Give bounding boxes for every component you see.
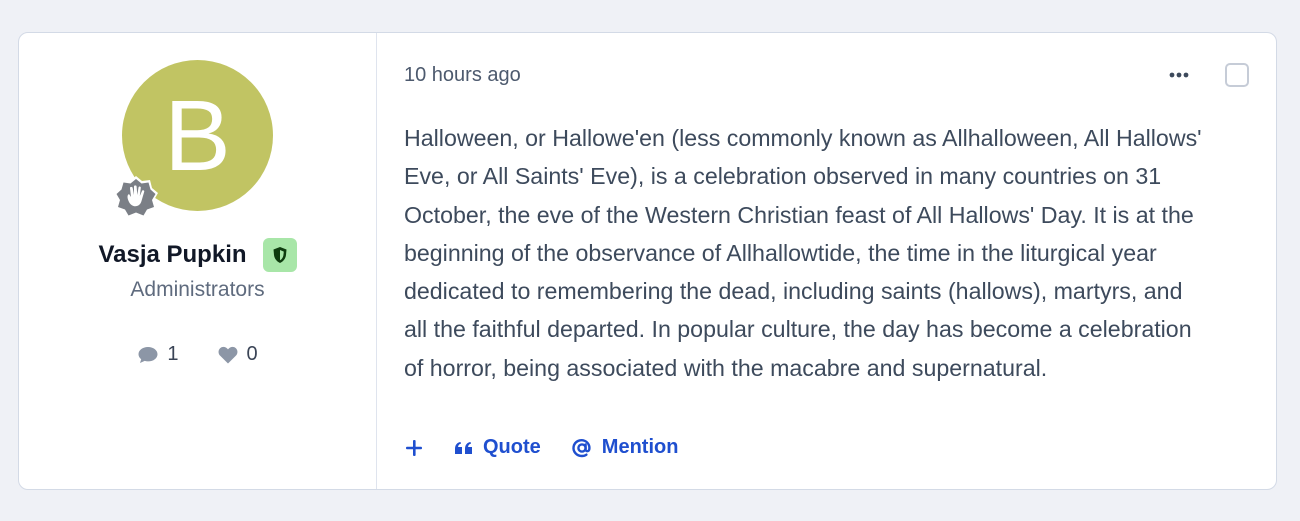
like-count: 0 bbox=[246, 343, 258, 365]
comment-icon bbox=[138, 346, 158, 363]
author-name[interactable]: Vasja Pupkin bbox=[98, 241, 246, 269]
avatar-letter: B bbox=[164, 79, 231, 192]
post-line: dedicated to remembering the dead, inclu… bbox=[404, 278, 1183, 305]
more-options-icon[interactable] bbox=[1167, 63, 1191, 87]
post-line: beginning of the observance of Allhallow… bbox=[404, 239, 1157, 266]
plus-icon bbox=[406, 439, 422, 456]
group-badge bbox=[262, 238, 297, 272]
mention-label: Mention bbox=[601, 436, 679, 458]
post-line: October, the eve of the Western Christia… bbox=[404, 201, 1194, 228]
add-reaction-button[interactable] bbox=[404, 438, 424, 458]
quote-button[interactable]: Quote bbox=[454, 436, 541, 459]
mention-button[interactable]: Mention bbox=[571, 436, 679, 459]
post-card: B Vasja Pupkin Administrators 1 0 10 hou… bbox=[18, 32, 1277, 490]
post-author-panel: B Vasja Pupkin Administrators 1 0 bbox=[19, 33, 377, 489]
post-line: all the faithful departed. In popular cu… bbox=[404, 316, 1192, 343]
post-line: Eve, or All Saints' Eve), is a celebrati… bbox=[404, 163, 1162, 190]
author-stats: 1 0 bbox=[19, 343, 376, 366]
post-actions: Quote Mention bbox=[404, 436, 678, 459]
like-count-stat: 0 bbox=[217, 343, 258, 366]
post-timestamp[interactable]: 10 hours ago bbox=[404, 64, 521, 87]
post-count: 1 bbox=[167, 343, 179, 365]
quote-icon bbox=[455, 441, 472, 454]
select-post-checkbox[interactable] bbox=[1225, 63, 1249, 87]
at-sign-icon bbox=[572, 438, 591, 457]
post-body: Halloween, or Hallowe'en (less commonly … bbox=[404, 119, 1254, 387]
post-line: of horror, being associated with the mac… bbox=[404, 354, 1048, 381]
post-line: Halloween, or Hallowe'en (less commonly … bbox=[404, 125, 1202, 151]
post-count-stat: 1 bbox=[137, 343, 179, 366]
post-content: 10 hours ago Halloween, or Hallowe'en (l… bbox=[377, 33, 1276, 489]
quote-label: Quote bbox=[483, 436, 541, 458]
heart-icon bbox=[218, 346, 237, 363]
shield-icon bbox=[273, 247, 287, 263]
wave-hand-icon bbox=[113, 174, 159, 220]
author-group: Administrators bbox=[130, 278, 265, 301]
